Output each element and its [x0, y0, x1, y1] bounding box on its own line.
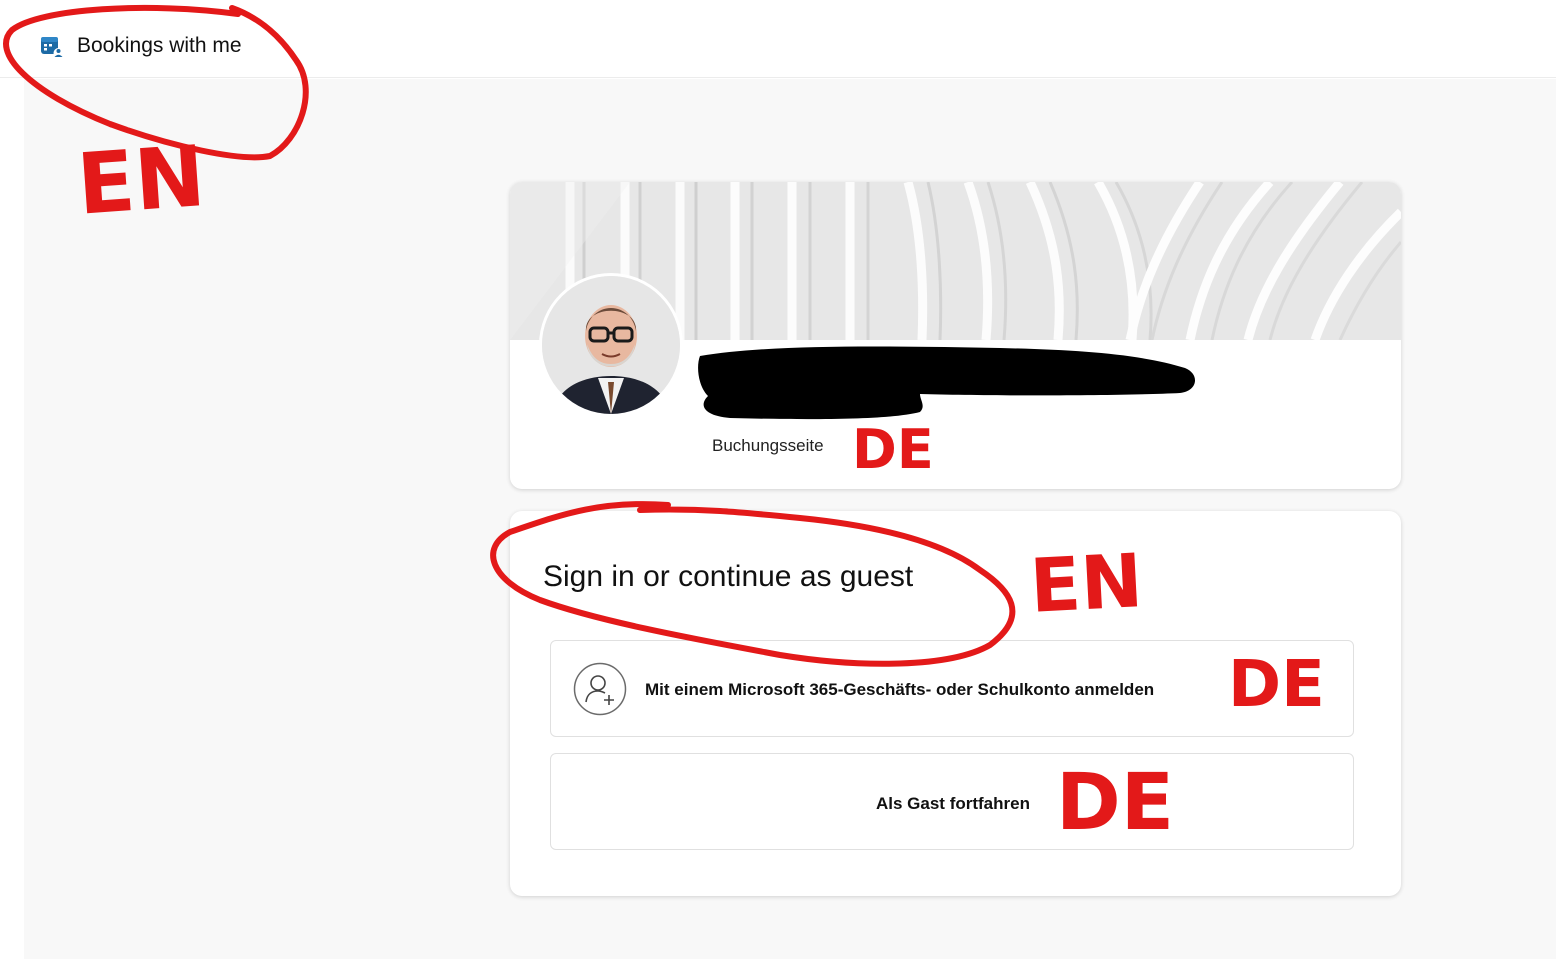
- redacted-name: [698, 346, 1196, 420]
- signin-heading: Sign in or continue as guest: [543, 560, 914, 593]
- bookings-calendar-icon: [41, 37, 64, 58]
- person-add-icon: [573, 662, 627, 716]
- app-title: Bookings with me: [77, 34, 242, 57]
- top-bar: Bookings with me: [0, 0, 1556, 78]
- avatar: [542, 276, 680, 414]
- page-subtitle: Buchungsseite: [712, 436, 824, 455]
- microsoft-signin-button[interactable]: Mit einem Microsoft 365-Geschäfts- oder …: [550, 640, 1354, 737]
- continue-as-guest-button[interactable]: Als Gast fortfahren: [550, 753, 1354, 850]
- continue-as-guest-label: Als Gast fortfahren: [876, 794, 1030, 813]
- microsoft-signin-label: Mit einem Microsoft 365-Geschäfts- oder …: [645, 680, 1155, 699]
